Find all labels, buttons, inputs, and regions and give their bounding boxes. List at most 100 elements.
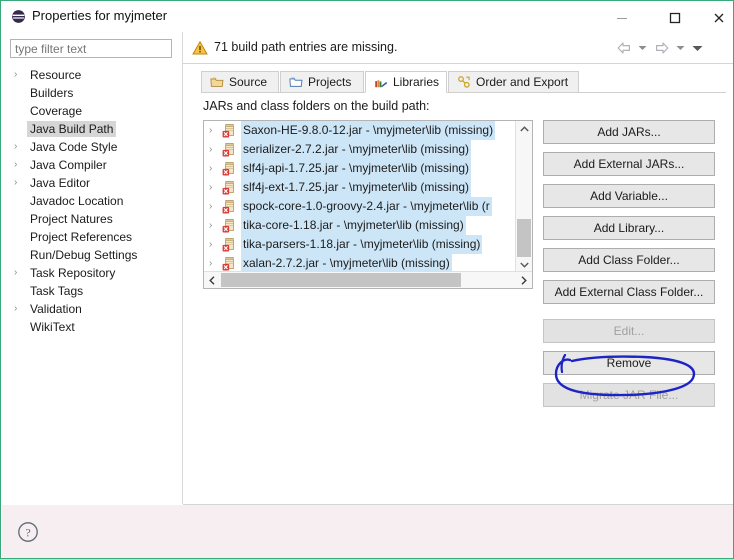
sidebar-item-coverage[interactable]: Coverage — [2, 102, 182, 120]
chevron-right-icon[interactable]: › — [14, 300, 24, 318]
list-item-label: serializer-2.7.2.jar - \myjmeter\lib (mi… — [241, 140, 472, 159]
button-label: Migrate JAR File... — [579, 388, 679, 402]
add-external-jars-button[interactable]: Add External JARs... — [543, 152, 715, 176]
chevron-down-icon — [519, 262, 529, 268]
chevron-right-icon[interactable]: › — [209, 178, 219, 197]
chevron-right-icon[interactable]: › — [14, 174, 24, 192]
eclipse-icon — [11, 9, 26, 24]
remove-button[interactable]: Remove — [543, 351, 715, 375]
horizontal-scrollbar-thumb[interactable] — [221, 273, 461, 287]
horizontal-scrollbar[interactable] — [204, 271, 532, 288]
button-label: Remove — [606, 356, 652, 370]
minimize-button[interactable] — [599, 3, 645, 32]
sidebar-item-run-debug-settings[interactable]: Run/Debug Settings — [2, 246, 182, 264]
help-icon[interactable]: ? — [17, 521, 39, 546]
sidebar-item-label: Task Tags — [30, 284, 84, 298]
list-item[interactable]: › tika-core-1.18.jar - \myjmeter\lib (mis… — [204, 216, 517, 235]
svg-text:?: ? — [25, 525, 30, 539]
back-button[interactable] — [613, 39, 634, 58]
sidebar-item-label: Java Build Path — [27, 121, 117, 137]
chevron-right-icon[interactable]: › — [14, 138, 24, 156]
warning-icon — [192, 40, 208, 59]
add-library-button[interactable]: Add Library... — [543, 216, 715, 240]
list-item[interactable]: › slf4j-ext-1.7.25.jar - \myjmeter\lib (m… — [204, 178, 517, 197]
sidebar-item-label: Javadoc Location — [30, 194, 124, 208]
add-class-folder-button[interactable]: Add Class Folder... — [543, 248, 715, 272]
add-variable-button[interactable]: Add Variable... — [543, 184, 715, 208]
chevron-right-icon[interactable]: › — [209, 159, 219, 178]
scroll-right-button[interactable] — [516, 272, 532, 288]
tab-label: Projects — [308, 75, 352, 89]
sidebar-item-java-code-style[interactable]: › Java Code Style — [2, 138, 182, 156]
close-button[interactable] — [696, 3, 733, 32]
chevron-right-icon[interactable]: › — [14, 264, 24, 282]
vertical-scrollbar-thumb[interactable] — [517, 219, 531, 257]
list-item-label: slf4j-api-1.7.25.jar - \myjmeter\lib (mi… — [241, 159, 472, 178]
view-menu-button[interactable] — [689, 39, 706, 58]
chevron-right-icon[interactable]: › — [209, 235, 219, 254]
sidebar-item-resource[interactable]: › Resource — [2, 66, 182, 84]
properties-dialog: Properties for myjmeter › Resource Builder… — [0, 0, 734, 559]
sidebar-item-label: Java Editor — [30, 176, 91, 190]
scroll-up-button[interactable] — [516, 121, 532, 137]
sidebar-item-label: Task Repository — [30, 266, 116, 280]
chevron-right-icon[interactable]: › — [14, 66, 24, 84]
tab-order-and-export[interactable]: Order and Export — [448, 71, 579, 93]
tab-source[interactable]: Source — [201, 71, 279, 93]
chevron-right-icon[interactable]: › — [209, 121, 219, 140]
button-label: Add External JARs... — [573, 157, 685, 171]
jar-error-icon — [222, 142, 237, 157]
forward-button[interactable] — [651, 39, 672, 58]
button-label: Add External Class Folder... — [554, 285, 704, 299]
maximize-button[interactable] — [652, 3, 698, 32]
chevron-right-icon[interactable]: › — [209, 216, 219, 235]
page-title: Properties for myjmeter — [32, 8, 168, 23]
sidebar-item-label: Run/Debug Settings — [30, 248, 138, 262]
list-item[interactable]: › Saxon-HE-9.8.0-12.jar - \myjmeter\lib (… — [204, 121, 517, 140]
list-item[interactable]: › tika-parsers-1.18.jar - \myjmeter\lib (… — [204, 235, 517, 254]
list-item[interactable]: › slf4j-api-1.7.25.jar - \myjmeter\lib (m… — [204, 159, 517, 178]
button-label: Edit... — [613, 324, 645, 338]
tab-label: Source — [229, 75, 268, 89]
vertical-scrollbar[interactable] — [515, 121, 532, 273]
tab-bar: Source Projects Libraries Order and Export — [201, 71, 726, 93]
sidebar-item-project-natures[interactable]: Project Natures — [2, 210, 182, 228]
sidebar-item-java-editor[interactable]: › Java Editor — [2, 174, 182, 192]
tab-projects[interactable]: Projects — [280, 71, 364, 93]
sidebar-item-label: Project References — [30, 230, 133, 244]
chevron-right-icon[interactable]: › — [209, 197, 219, 216]
chevron-up-icon — [519, 126, 529, 132]
sidebar-item-task-repository[interactable]: › Task Repository — [2, 264, 182, 282]
migrate-jar-file-button: Migrate JAR File... — [543, 383, 715, 407]
sidebar-item-validation[interactable]: › Validation — [2, 300, 182, 318]
warning-message: 71 build path entries are missing. — [214, 40, 398, 54]
scroll-left-button[interactable] — [204, 272, 220, 288]
sidebar-item-java-compiler[interactable]: › Java Compiler — [2, 156, 182, 174]
button-label: Add Library... — [593, 221, 665, 235]
back-dropdown-button[interactable] — [636, 39, 649, 58]
button-label: Add JARs... — [597, 125, 661, 139]
properties-content: 71 build path entries are missing. Sourc… — [183, 32, 733, 504]
sidebar-item-javadoc-location[interactable]: Javadoc Location — [2, 192, 182, 210]
forward-dropdown-button[interactable] — [674, 39, 687, 58]
filter-input[interactable] — [10, 39, 172, 58]
sidebar-item-wikitext[interactable]: WikiText — [2, 318, 182, 336]
chevron-down-icon — [676, 46, 685, 50]
list-item[interactable]: › spock-core-1.0-groovy-2.4.jar - \myjmet… — [204, 197, 517, 216]
sidebar-item-project-references[interactable]: Project References — [2, 228, 182, 246]
tab-label: Order and Export — [476, 75, 569, 89]
tab-libraries[interactable]: Libraries — [365, 71, 447, 93]
dialog-footer: ? Apply and Close Cancel — [2, 505, 733, 558]
add-jars-button[interactable]: Add JARs... — [543, 120, 715, 144]
sidebar-item-label: Resource — [30, 68, 82, 82]
add-external-class-folder-button[interactable]: Add External Class Folder... — [543, 280, 715, 304]
list-item-label: tika-parsers-1.18.jar - \myjmeter\lib (m… — [241, 235, 483, 254]
chevron-right-icon[interactable]: › — [14, 156, 24, 174]
sidebar-item-java-build-path[interactable]: Java Build Path — [2, 120, 182, 138]
list-item[interactable]: › serializer-2.7.2.jar - \myjmeter\lib (m… — [204, 140, 517, 159]
build-path-list[interactable]: › Saxon-HE-9.8.0-12.jar - \myjmeter\lib (… — [203, 120, 533, 289]
projects-icon — [289, 75, 303, 89]
sidebar-item-builders[interactable]: Builders — [2, 84, 182, 102]
sidebar-item-task-tags[interactable]: Task Tags — [2, 282, 182, 300]
chevron-right-icon[interactable]: › — [209, 140, 219, 159]
